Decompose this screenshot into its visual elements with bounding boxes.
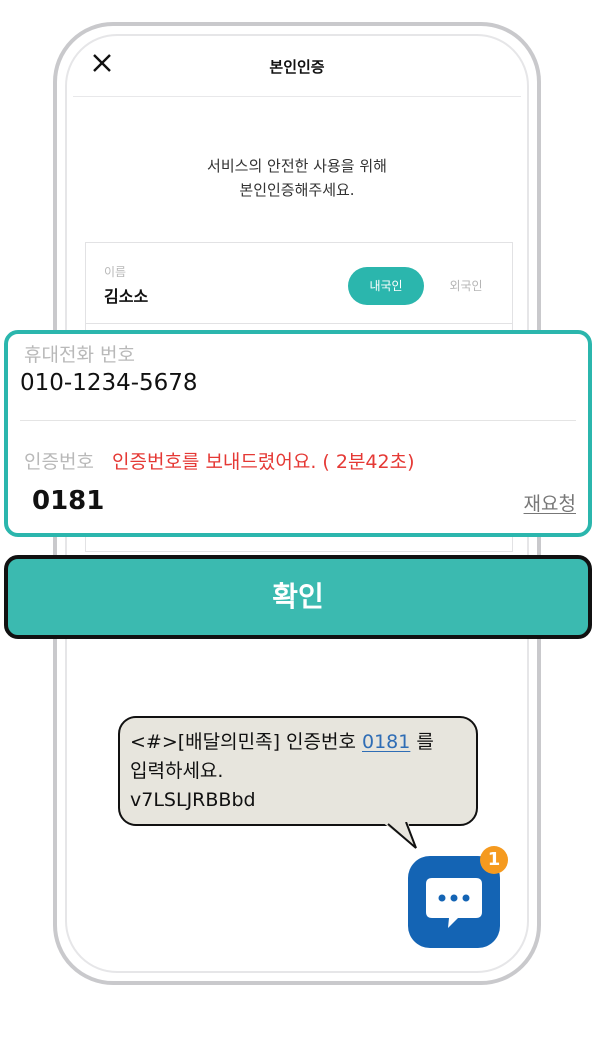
- resend-button[interactable]: 재요청: [524, 489, 576, 516]
- bubble-tail: [382, 822, 417, 849]
- code-label: 인증번호: [24, 451, 94, 473]
- phone-label: 휴대전화 번호: [24, 344, 135, 366]
- name-label: 이름: [104, 265, 127, 279]
- sms-line-1: <#>[배달의민족] 인증번호 0181 를: [130, 728, 466, 757]
- confirm-button[interactable]: 확인: [4, 555, 592, 639]
- intro-text: 서비스의 안전한 사용을 위해 본인인증해주세요.: [107, 154, 487, 202]
- sms-line-2: 입력하세요.: [130, 760, 224, 782]
- code-sent-message: 인증번호를 보내드렸어요. ( 2분42초): [112, 451, 415, 473]
- phone-and-code-section: 휴대전화 번호 010-1234-5678 인증번호 인증번호를 보내드렸어요.…: [4, 330, 592, 537]
- sms-text-suffix: 를: [410, 731, 434, 753]
- sms-code-link[interactable]: 0181: [362, 731, 410, 753]
- sms-text-prefix: <#>[배달의민족] 인증번호: [130, 731, 362, 753]
- header-divider: [73, 96, 521, 97]
- name-input[interactable]: 김소소: [104, 283, 148, 307]
- section-divider: [20, 420, 576, 421]
- form-divider: [86, 323, 512, 324]
- intro-line-1: 서비스의 안전한 사용을 위해: [207, 157, 387, 175]
- notification-badge: 1: [480, 846, 508, 874]
- code-input[interactable]: 0181: [32, 486, 104, 516]
- foreign-toggle-button[interactable]: 외국인: [436, 267, 496, 305]
- page-title: 본인인증: [269, 58, 325, 76]
- domestic-toggle-button[interactable]: 내국인: [348, 267, 424, 305]
- sms-line-3: v7LSLJRBBbd: [130, 789, 256, 811]
- phone-input[interactable]: 010-1234-5678: [20, 370, 198, 396]
- chat-bubble-icon: [426, 878, 482, 928]
- sms-message-bubble: <#>[배달의민족] 인증번호 0181 를 입력하세요. v7LSLJRBBb…: [118, 716, 478, 826]
- intro-line-2: 본인인증해주세요.: [239, 181, 355, 199]
